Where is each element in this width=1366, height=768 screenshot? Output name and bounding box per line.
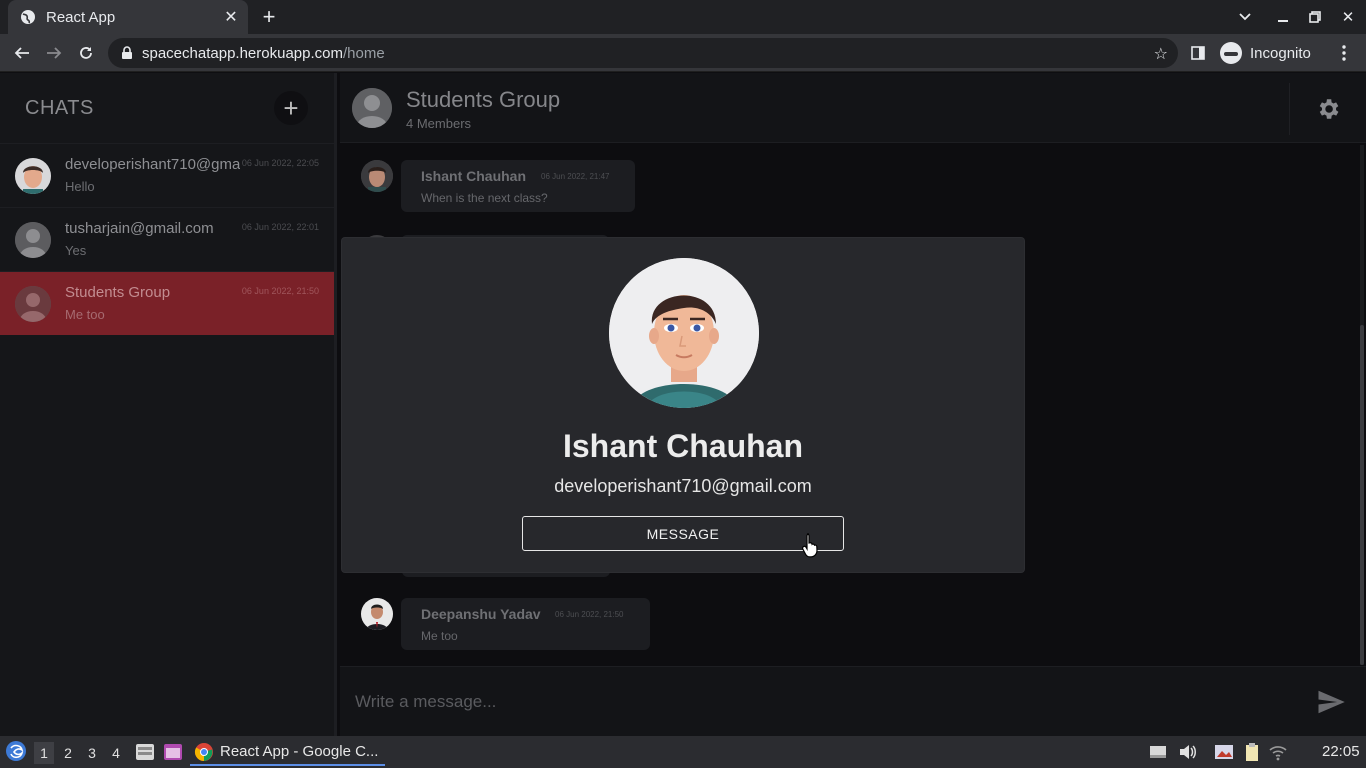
minimize-icon[interactable] <box>1268 0 1298 34</box>
workspace-4[interactable]: 4 <box>106 742 126 764</box>
chat-last-message: Me too <box>65 307 105 322</box>
browser-tabbar: React App ✕ + ✕ <box>0 0 1366 34</box>
send-icon[interactable] <box>1314 687 1348 717</box>
avatar <box>15 158 51 194</box>
back-icon[interactable] <box>8 39 36 67</box>
workspace-2[interactable]: 2 <box>58 742 78 764</box>
chat-header: Students Group 4 Members <box>340 73 1366 143</box>
group-avatar <box>352 88 392 128</box>
tab-close-icon[interactable]: ✕ <box>218 4 244 30</box>
incognito-label: Incognito <box>1250 44 1311 62</box>
bookmark-star-icon[interactable]: ☆ <box>1154 44 1168 64</box>
message-bubble: Ishant Chauhan 06 Jun 2022, 21:47 When i… <box>401 160 635 212</box>
taskbar: 1 2 3 4 React App - Google C... 22:05 <box>0 736 1366 768</box>
chrome-icon <box>194 742 213 761</box>
profile-name: Ishant Chauhan <box>562 428 803 464</box>
group-name: Students Group <box>406 87 561 112</box>
browser-tab[interactable]: React App ✕ <box>8 0 248 34</box>
maximize-icon[interactable] <box>1300 0 1330 34</box>
chat-timestamp: 06 Jun 2022, 22:05 <box>241 158 319 168</box>
browser-toolbar: spacechatapp.herokuapp.com/home ☆ Incogn… <box>0 34 1366 72</box>
avatar <box>15 222 51 258</box>
start-menu-icon[interactable] <box>5 740 27 762</box>
wifi-icon[interactable] <box>1268 742 1288 762</box>
chat-last-message: Hello <box>65 179 95 194</box>
chat-timestamp: 06 Jun 2022, 21:50 <box>241 286 319 296</box>
taskbar-chrome-task[interactable]: React App - Google C... <box>190 739 385 766</box>
lock-icon <box>122 46 132 59</box>
address-bar[interactable]: spacechatapp.herokuapp.com/home ☆ <box>108 38 1178 68</box>
window-close-icon[interactable]: ✕ <box>1333 0 1363 34</box>
workspace-3[interactable]: 3 <box>82 742 102 764</box>
message-timestamp: 06 Jun 2022, 21:50 <box>555 610 624 619</box>
incognito-indicator[interactable]: Incognito <box>1220 39 1311 67</box>
gear-icon[interactable] <box>1315 96 1341 122</box>
message: Ishant Chauhan 06 Jun 2022, 21:47 When i… <box>361 160 641 214</box>
message-bubble: Deepanshu Yadav 06 Jun 2022, 21:50 Me to… <box>401 598 650 650</box>
chat-timestamp: 06 Jun 2022, 22:01 <box>241 222 319 232</box>
tab-search-icon[interactable] <box>1230 0 1260 34</box>
chat-name: developerishant710@gmail.com <box>65 156 240 173</box>
volume-icon[interactable] <box>1177 742 1197 762</box>
avatar[interactable] <box>361 598 393 630</box>
message-input[interactable] <box>355 685 1255 719</box>
clipboard-icon[interactable] <box>1242 742 1262 762</box>
sidebar-header: CHATS + <box>0 73 334 143</box>
message-composer <box>340 666 1366 736</box>
chat-item[interactable]: tusharjain@gmail.com Yes 06 Jun 2022, 22… <box>0 207 334 271</box>
message-text: Me too <box>421 629 458 643</box>
sidebar-title: CHATS <box>25 96 94 119</box>
message-timestamp: 06 Jun 2022, 21:47 <box>541 172 610 181</box>
file-manager-icon[interactable] <box>134 741 156 763</box>
taskbar-clock: 22:05 <box>1322 743 1360 760</box>
profile-avatar <box>609 258 759 408</box>
image-viewer-icon[interactable] <box>1214 742 1234 762</box>
browser-menu-icon[interactable] <box>1330 39 1358 67</box>
reload-icon[interactable] <box>72 39 100 67</box>
url-host: spacechatapp.herokuapp.com <box>142 44 343 62</box>
tab-title: React App <box>46 8 116 26</box>
message-text: When is the next class? <box>421 191 548 205</box>
forward-icon[interactable] <box>40 39 68 67</box>
group-members-count: 4 Members <box>406 116 472 131</box>
incognito-icon <box>1220 42 1242 64</box>
message-button[interactable]: MESSAGE <box>522 516 844 551</box>
globe-icon <box>21 10 35 24</box>
chat-last-message: Yes <box>65 243 87 258</box>
profile-modal: Ishant Chauhan developerishant710@gmail.… <box>342 238 1024 572</box>
messages-scrollbar[interactable] <box>1360 145 1364 665</box>
taskbar-task-label: React App - Google C... <box>220 743 379 760</box>
hand-cursor-icon <box>802 533 818 558</box>
add-chat-button[interactable]: + <box>274 91 308 125</box>
message: Deepanshu Yadav 06 Jun 2022, 21:50 Me to… <box>361 598 661 652</box>
avatar[interactable] <box>361 160 393 192</box>
header-divider <box>1289 83 1290 135</box>
profile-email: developerishant710@gmail.com <box>554 476 812 496</box>
side-panel-icon[interactable] <box>1184 39 1212 67</box>
drive-icon[interactable] <box>1148 742 1168 762</box>
new-tab-button[interactable]: + <box>256 4 282 29</box>
url-path: /home <box>342 44 385 62</box>
chat-sidebar: CHATS + developerishant710@gmail.com Hel… <box>0 73 337 736</box>
chat-name: Students Group <box>65 284 171 301</box>
scrollbar-thumb[interactable] <box>1360 325 1364 665</box>
chat-item-active[interactable]: Students Group Me too 06 Jun 2022, 21:50 <box>0 271 334 335</box>
chat-name: tusharjain@gmail.com <box>65 220 214 237</box>
message-sender: Deepanshu Yadav <box>421 606 541 622</box>
terminal-icon[interactable] <box>162 741 184 763</box>
chat-item[interactable]: developerishant710@gmail.com Hello 06 Ju… <box>0 143 334 207</box>
workspace-1[interactable]: 1 <box>34 742 54 764</box>
message-sender: Ishant Chauhan <box>421 168 527 184</box>
avatar <box>15 286 51 322</box>
